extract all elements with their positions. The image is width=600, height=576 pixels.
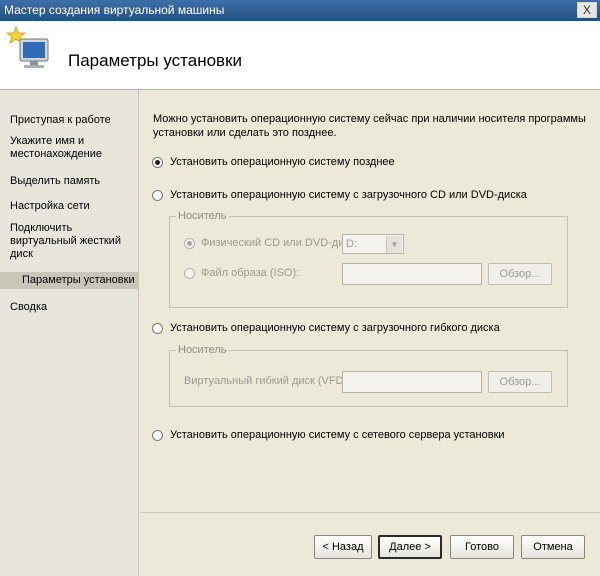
page-title: Параметры установки: [68, 51, 243, 70]
close-button[interactable]: X: [577, 2, 597, 18]
sidebar-item-summary[interactable]: Сводка: [10, 301, 135, 314]
window-title: Мастер создания виртуальной машины: [4, 3, 225, 17]
install-cd-label[interactable]: Установить операционную систему с загруз…: [170, 189, 527, 201]
sidebar-item-installation-options[interactable]: Параметры установки: [0, 272, 139, 289]
physical-drive-select[interactable]: D: ▼: [342, 234, 404, 254]
title-bar: Мастер создания виртуальной машины X: [0, 0, 600, 21]
physical-drive-value: D:: [346, 238, 357, 250]
physical-cd-radio[interactable]: [184, 238, 195, 249]
floppy-media-group: Носитель Виртуальный гибкий диск (VFD): …: [169, 344, 568, 407]
iso-image-radio[interactable]: [184, 268, 195, 279]
vfd-browse-button[interactable]: Обзор...: [488, 371, 552, 393]
iso-image-label: Файл образа (ISO):: [201, 267, 300, 279]
install-cd-radio[interactable]: [152, 190, 163, 201]
install-floppy-label[interactable]: Установить операционную систему с загруз…: [170, 322, 500, 334]
sidebar-item-getting-started[interactable]: Приступая к работе: [10, 114, 135, 127]
sidebar-item-memory[interactable]: Выделить память: [10, 175, 135, 188]
cancel-button[interactable]: Отмена: [521, 535, 585, 559]
iso-path-input[interactable]: [342, 263, 482, 285]
install-network-radio[interactable]: [152, 430, 163, 441]
install-floppy-radio[interactable]: [152, 323, 163, 334]
wizard-header: Параметры установки: [0, 21, 600, 90]
install-later-label[interactable]: Установить операционную систему позднее: [170, 156, 395, 168]
chevron-down-icon: ▼: [386, 236, 402, 253]
cd-media-group: Носитель Физический CD или DVD-диск: D: …: [169, 210, 568, 308]
footer-divider: [141, 512, 600, 513]
vfd-path-input[interactable]: [342, 371, 482, 393]
install-network-label[interactable]: Установить операционную систему с сетево…: [170, 429, 505, 441]
intro-text: Можно установить операционную систему се…: [153, 113, 586, 139]
sidebar-item-name-location[interactable]: Укажите имя и местонахождение: [10, 135, 135, 161]
virtual-machine-wizard-icon: [6, 25, 49, 68]
vfd-label: Виртуальный гибкий диск (VFD):: [184, 375, 351, 387]
physical-cd-label: Физический CD или DVD-диск:: [201, 237, 358, 249]
main-panel: Можно установить операционную систему се…: [141, 90, 600, 512]
install-later-radio[interactable]: [152, 157, 163, 168]
cd-media-legend: Носитель: [176, 210, 229, 222]
iso-browse-button[interactable]: Обзор...: [488, 263, 552, 285]
sidebar-item-virtual-disk[interactable]: Подключить виртуальный жесткий диск: [10, 222, 135, 261]
wizard-steps-sidebar: Приступая к работе Укажите имя и местона…: [0, 90, 139, 576]
floppy-media-legend: Носитель: [176, 344, 229, 356]
back-button[interactable]: < Назад: [314, 535, 372, 559]
finish-button[interactable]: Готово: [450, 535, 514, 559]
next-button[interactable]: Далее >: [378, 535, 442, 559]
sidebar-item-network[interactable]: Настройка сети: [10, 200, 135, 213]
